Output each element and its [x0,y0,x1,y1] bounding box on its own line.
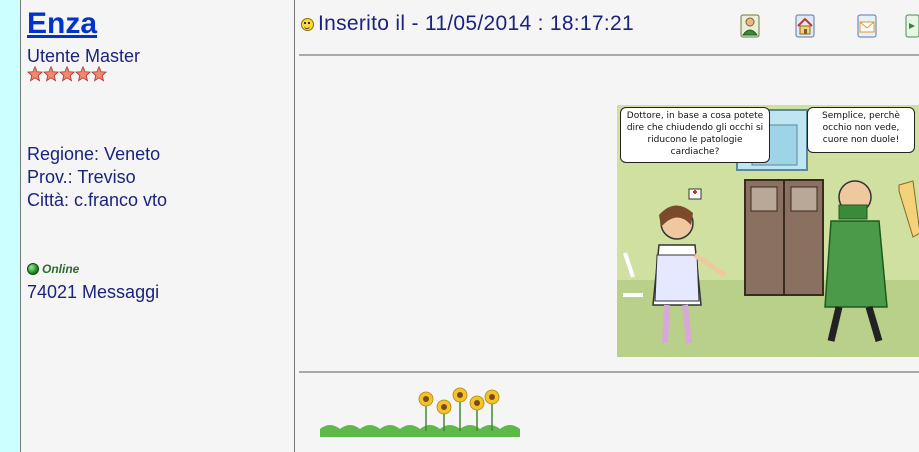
forum-post: Enza Utente Master Regione: Veneto Prov.… [20,0,919,452]
post-panel: Inserito il - 11/05/2014 : 18:17:21 Dott… [295,0,919,452]
homepage-icon [795,14,815,38]
sunflower-signature-image [320,387,520,437]
online-label: Online [42,262,80,276]
email-icon [857,14,877,38]
profile-icon [740,14,760,38]
post-date: Inserito il - 11/05/2014 : 18:17:21 [318,12,634,35]
star-icon [27,66,43,82]
online-dot-icon [27,263,39,275]
comic-speech-bubble-doctor: Semplice, perchè occhio non vede, cuore … [807,107,915,153]
star-icon [59,66,75,82]
star-icon [75,66,91,82]
header-divider [299,54,919,56]
rank-stars [27,66,107,82]
homepage-button[interactable] [795,14,815,38]
author-city: Città: c.franco vto [27,190,168,210]
online-status: Online [27,262,79,276]
star-icon [91,66,107,82]
comic-image: Dottore, in base a cosa potete dire che … [617,105,919,357]
comic-speech-bubble-nurse: Dottore, in base a cosa potete dire che … [620,107,770,163]
star-icon [43,66,59,82]
signature-divider [299,371,919,373]
post-header: Inserito il - 11/05/2014 : 18:17:21 [301,12,634,36]
reply-quote-button[interactable] [905,14,919,38]
message-count: 74021 Messaggi [27,282,160,302]
author-province: Prov.: Treviso [27,167,136,187]
author-rank: Utente Master [27,46,141,66]
email-button[interactable] [857,14,877,38]
profile-button[interactable] [740,14,760,38]
author-panel: Enza Utente Master Regione: Veneto Prov.… [21,0,295,452]
smiley-icon [301,17,314,31]
author-name-link[interactable]: Enza [27,6,97,42]
reply-quote-icon [905,14,919,38]
author-region: Regione: Veneto [27,144,161,164]
